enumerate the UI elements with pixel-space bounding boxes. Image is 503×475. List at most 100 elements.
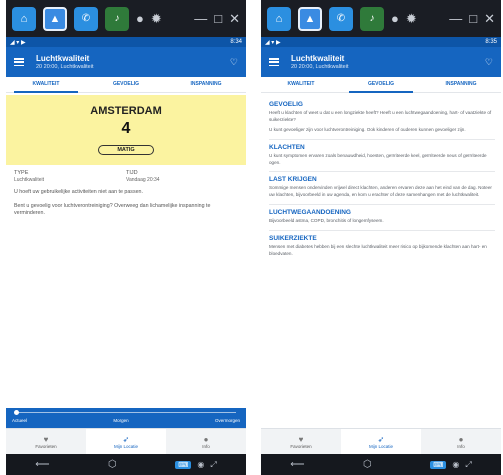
home-button-icon[interactable]: ⬡ [108,459,117,470]
phone-app-icon-2[interactable]: ♪ [105,6,129,31]
nav-favorieten[interactable]: ♥ Favorieten [261,429,341,454]
system-navigation: ⟵ ⬡ ⌨ ◉ ⤢ [261,454,501,475]
section-text: Heeft u klachten of weet u dat u een lon… [269,110,492,122]
advice-text: Bent u gevoelig voor luchtverontreinigin… [14,202,211,217]
record-icon[interactable]: ● [391,12,399,25]
maximize-icon[interactable]: □ [214,12,222,25]
nav-label: Info [457,443,465,449]
section-text: Mensen met diabetes hebben bij een slech… [269,244,487,257]
status-icons: ◢ ▾ ▶ [265,39,281,46]
keyboard-icon[interactable]: ⌨ [175,460,192,469]
status-time: 8:34 [230,39,242,45]
status-bar: ◢ ▾ ▶ 8:34 [6,37,246,47]
nav-label: Info [202,443,210,449]
settings-icon[interactable]: ✹ [406,12,417,25]
nav-label: Favorieten [35,443,57,449]
phone-app-icon-2[interactable]: ♪ [360,6,384,31]
system-navigation: ⟵ ⬡ ⌨ ◉ ⤢ [6,454,246,475]
details-section: TYPE Luchtkwaliteit TIJD Vandaag 20:34 U… [14,170,238,218]
home-icon[interactable]: ⌂ [267,6,291,31]
app-bar: Luchtkwaliteit 20 20:00, Luchtkwaliteit … [261,47,501,77]
status-icons: ◢ ▾ ▶ [10,39,26,46]
home-button-icon[interactable]: ⬡ [363,459,372,470]
app-title: Luchtkwaliteit [36,54,90,63]
location-icon: ➶ [377,434,385,444]
tab-inspanning[interactable]: INSPANNING [166,77,246,92]
heart-icon: ♥ [298,434,304,444]
nav-label: Mijn Locatie [368,443,393,449]
quality-level-badge: MATIG [98,145,154,155]
quality-panel: AMSTERDAM 4 MATIG [6,95,246,165]
heart-icon: ♥ [43,434,49,444]
settings-icon[interactable]: ✹ [151,12,162,25]
slider-label-actueel[interactable]: Actueel [12,418,27,423]
left-emulator-window: ⌂ ▲ ✆ ♪ ● ✹ — □ ✕ ◢ ▾ ▶ 8:34 Luchtkwalit… [6,0,246,475]
back-icon[interactable]: ⟵ [35,459,49,470]
section-gevoelig: GEVOELIG Heeft u klachten of weet u dat … [269,97,495,140]
sensitivity-content: GEVOELIG Heeft u klachten of weet u dat … [269,97,495,263]
emulator-toolbar: ⌂ ▲ ✆ ♪ ● ✹ — □ ✕ [6,0,246,37]
minimize-icon[interactable]: — [194,12,207,25]
tab-kwaliteit[interactable]: KWALITEIT [261,77,341,92]
menu-icon[interactable] [14,58,24,66]
favorite-heart-icon[interactable]: ♡ [230,57,238,68]
home-icon[interactable]: ⌂ [12,6,36,31]
slider-label-overmorgen[interactable]: Overmorgen [215,418,240,423]
section-title: KLACHTEN [269,143,305,151]
slider-thumb[interactable] [14,410,19,415]
section-klachten: KLACHTEN U kunt symptomen ervaren zoals … [269,140,495,173]
slider-track [16,412,236,413]
screenshot-stage: ⌂ ▲ ✆ ♪ ● ✹ — □ ✕ ◢ ▾ ▶ 8:34 Luchtkwalit… [0,0,503,475]
tab-gevoelig[interactable]: GEVOELIG [341,77,421,93]
fullscreen-icon[interactable]: ⤢ [465,460,471,470]
eye-icon[interactable]: ◉ [452,460,459,469]
maximize-icon[interactable]: □ [469,12,477,25]
forecast-slider[interactable]: Actueel Morgen Overmorgen [6,408,246,428]
phone-app-icon[interactable]: ✆ [329,6,353,31]
type-value: Luchtkwaliteit [14,177,45,183]
type-label: TYPE [14,170,29,176]
time-value: Vandaag 20:34 [126,177,160,183]
status-bar: ◢ ▾ ▶ 8:35 [261,37,501,47]
location-icon: ➶ [122,434,130,444]
section-last-krijgen: LAST KRIJGEN Sommige mensen ondervinden … [269,172,495,206]
back-icon[interactable]: ⟵ [290,459,304,470]
nav-favorieten[interactable]: ♥ Favorieten [6,429,86,454]
app-store-icon[interactable]: ▲ [43,6,67,31]
tab-kwaliteit[interactable]: KWALITEIT [6,77,86,93]
phone-app-icon[interactable]: ✆ [74,6,98,31]
tab-bar: KWALITEIT GEVOELIG INSPANNING [6,77,246,93]
menu-icon[interactable] [269,58,279,66]
info-icon: ● [203,434,209,444]
section-text: Sommige mensen ondervinden vrijwel direc… [269,185,492,198]
eye-icon[interactable]: ◉ [197,460,204,469]
app-bar: Luchtkwaliteit 20 20:00, Luchtkwaliteit … [6,47,246,77]
minimize-icon[interactable]: — [449,12,462,25]
fullscreen-icon[interactable]: ⤢ [210,460,216,470]
city-name: AMSTERDAM [90,105,162,117]
section-text: U kunt symptomen ervaren zoals benauwdhe… [269,152,487,165]
tab-gevoelig[interactable]: GEVOELIG [86,77,166,92]
nav-info[interactable]: ● Info [166,429,246,454]
close-icon[interactable]: ✕ [229,12,240,25]
app-title: Luchtkwaliteit [291,54,345,63]
app-store-icon[interactable]: ▲ [298,6,322,31]
right-emulator-window: ⌂ ▲ ✆ ♪ ● ✹ — □ ✕ ◢ ▾ ▶ 8:35 Luchtkwalit… [261,0,501,475]
nav-info[interactable]: ● Info [421,429,501,454]
status-time: 8:35 [485,39,497,45]
bottom-navigation: ♥ Favorieten ➶ Mijn Locatie ● Info [6,428,246,454]
section-text: U kunt gevoeliger zijn voor luchtverontr… [269,126,466,132]
close-icon[interactable]: ✕ [484,12,495,25]
record-icon[interactable]: ● [136,12,144,25]
favorite-heart-icon[interactable]: ♡ [485,57,493,68]
nav-mijn-locatie[interactable]: ➶ Mijn Locatie [86,429,166,454]
section-text: Bijvoorbeeld astma, COPD, bronchitis of … [269,218,384,224]
tab-inspanning[interactable]: INSPANNING [421,77,501,92]
nav-label: Mijn Locatie [113,443,138,449]
nav-mijn-locatie[interactable]: ➶ Mijn Locatie [341,429,421,454]
slider-label-morgen[interactable]: Morgen [113,418,128,423]
section-title: LUCHTWEGAANDOENING [269,209,351,217]
section-title: GEVOELIG [269,101,303,108]
emulator-toolbar: ⌂ ▲ ✆ ♪ ● ✹ — □ ✕ [261,0,501,37]
keyboard-icon[interactable]: ⌨ [430,460,447,469]
